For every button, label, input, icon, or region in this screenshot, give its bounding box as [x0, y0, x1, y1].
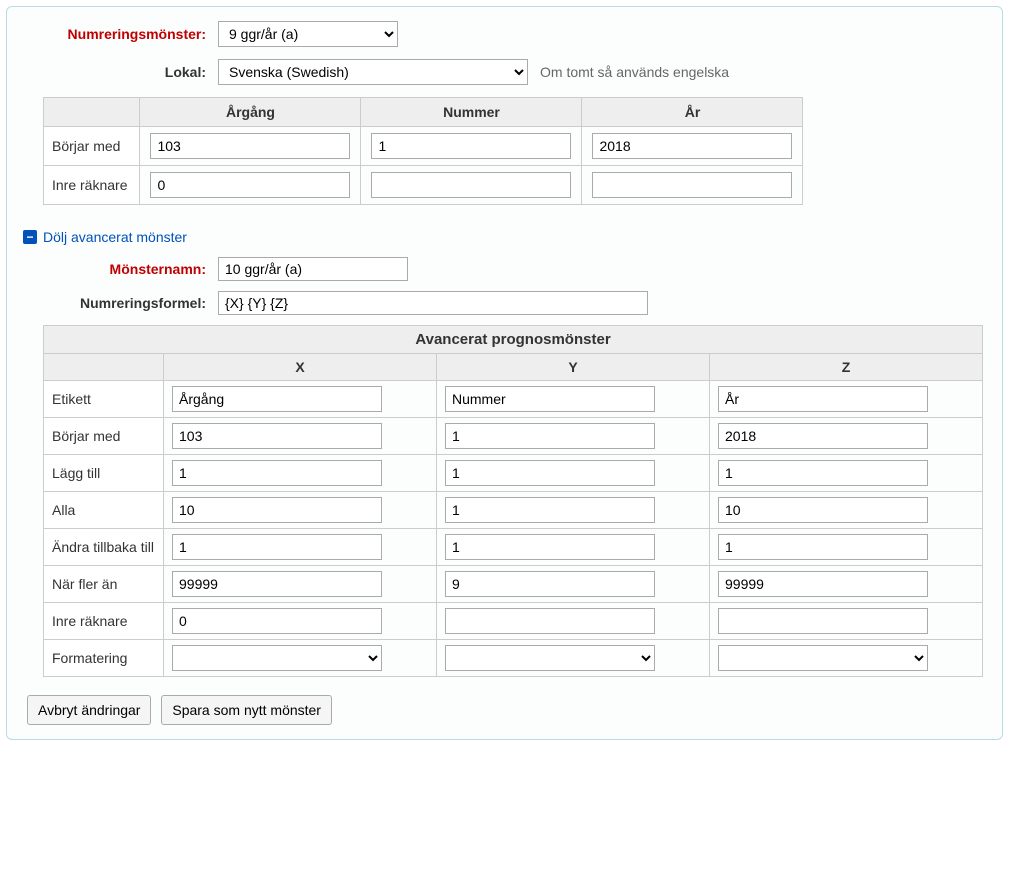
lagg-y-input[interactable] [445, 460, 655, 486]
table-row: Lägg till [44, 455, 983, 492]
starts-col2-input[interactable] [371, 133, 571, 159]
table-row: När fler än [44, 566, 983, 603]
alla-z-input[interactable] [718, 497, 928, 523]
adv-label-inre: Inre räknare [44, 603, 164, 640]
adv-label-etikett: Etikett [44, 381, 164, 418]
narfler-z-input[interactable] [718, 571, 928, 597]
adv-label-alla: Alla [44, 492, 164, 529]
borjar-x-input[interactable] [172, 423, 382, 449]
adv-header-y: Y [437, 354, 710, 381]
grid-header-col1: Årgång [140, 98, 361, 127]
table-row: Formatering [44, 640, 983, 677]
save-new-pattern-button[interactable]: Spara som nytt mönster [161, 695, 332, 725]
pattern-name-row: Mönsternamn: [23, 257, 986, 281]
adv-label-borjar: Börjar med [44, 418, 164, 455]
starts-col3-input[interactable] [592, 133, 792, 159]
table-row: Etikett [44, 381, 983, 418]
borjar-y-input[interactable] [445, 423, 655, 449]
row-label-inner: Inre räknare [44, 166, 140, 205]
pattern-name-label: Mönsternamn: [23, 261, 218, 277]
table-row: Inre räknare [44, 166, 803, 205]
inre-y-input[interactable] [445, 608, 655, 634]
grid-header-col2: Nummer [361, 98, 582, 127]
pattern-name-input[interactable] [218, 257, 408, 281]
advanced-grid-title: Avancerat prognosmönster [44, 326, 983, 354]
button-bar: Avbryt ändringar Spara som nytt mönster [27, 695, 986, 725]
adv-label-lagg: Lägg till [44, 455, 164, 492]
toggle-advanced-text: Dölj avancerat mönster [43, 229, 187, 245]
numbering-pattern-select[interactable]: 9 ggr/år (a) [218, 21, 398, 47]
alla-y-input[interactable] [445, 497, 655, 523]
format-z-select[interactable] [718, 645, 928, 671]
table-row: Inre räknare [44, 603, 983, 640]
table-row: Alla [44, 492, 983, 529]
formula-row: Numreringsformel: [23, 291, 986, 315]
lagg-x-input[interactable] [172, 460, 382, 486]
table-row: Ändra tillbaka till [44, 529, 983, 566]
locale-label: Lokal: [23, 64, 218, 80]
minus-icon: − [23, 230, 37, 244]
adv-label-andra: Ändra tillbaka till [44, 529, 164, 566]
adv-label-narfler: När fler än [44, 566, 164, 603]
etikett-y-input[interactable] [445, 386, 655, 412]
inner-col1-input[interactable] [150, 172, 350, 198]
row-label-starts: Börjar med [44, 127, 140, 166]
narfler-y-input[interactable] [445, 571, 655, 597]
table-row: Börjar med [44, 418, 983, 455]
inre-z-input[interactable] [718, 608, 928, 634]
andra-z-input[interactable] [718, 534, 928, 560]
inre-x-input[interactable] [172, 608, 382, 634]
grid-corner [44, 98, 140, 127]
numbering-pattern-row: Numreringsmönster: 9 ggr/år (a) [23, 21, 986, 47]
narfler-x-input[interactable] [172, 571, 382, 597]
alla-x-input[interactable] [172, 497, 382, 523]
inner-col3-input[interactable] [592, 172, 792, 198]
cancel-button[interactable]: Avbryt ändringar [27, 695, 151, 725]
adv-header-z: Z [710, 354, 983, 381]
grid-header-col3: År [582, 98, 803, 127]
formula-input[interactable] [218, 291, 648, 315]
andra-x-input[interactable] [172, 534, 382, 560]
simple-grid: Årgång Nummer År Börjar med Inre räknare [43, 97, 803, 205]
lagg-z-input[interactable] [718, 460, 928, 486]
locale-row: Lokal: Svenska (Swedish) Om tomt så anvä… [23, 59, 986, 85]
adv-header-x: X [164, 354, 437, 381]
format-y-select[interactable] [445, 645, 655, 671]
format-x-select[interactable] [172, 645, 382, 671]
andra-y-input[interactable] [445, 534, 655, 560]
numbering-pattern-label: Numreringsmönster: [23, 26, 218, 42]
locale-select[interactable]: Svenska (Swedish) [218, 59, 528, 85]
advanced-grid: Avancerat prognosmönster X Y Z Etikett B… [43, 325, 983, 677]
locale-hint: Om tomt så används engelska [540, 64, 729, 80]
numbering-panel: Numreringsmönster: 9 ggr/år (a) Lokal: S… [6, 6, 1003, 740]
adv-corner [44, 354, 164, 381]
adv-label-format: Formatering [44, 640, 164, 677]
table-row: Börjar med [44, 127, 803, 166]
toggle-advanced-link[interactable]: − Dölj avancerat mönster [23, 229, 187, 245]
starts-col1-input[interactable] [150, 133, 350, 159]
formula-label: Numreringsformel: [23, 295, 218, 311]
borjar-z-input[interactable] [718, 423, 928, 449]
inner-col2-input[interactable] [371, 172, 571, 198]
etikett-x-input[interactable] [172, 386, 382, 412]
etikett-z-input[interactable] [718, 386, 928, 412]
